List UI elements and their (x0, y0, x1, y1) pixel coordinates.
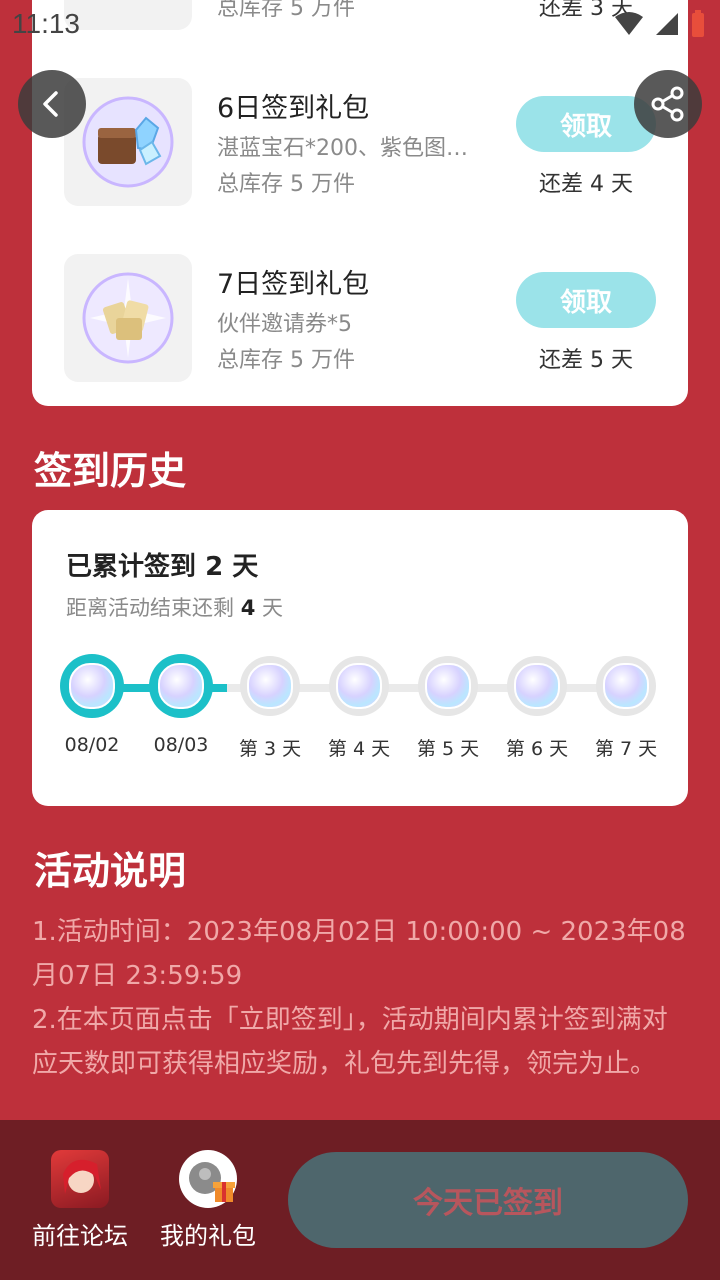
gift-orb-icon (247, 663, 293, 709)
gift-orb-icon (603, 663, 649, 709)
remaining-suffix: 天 (262, 596, 283, 620)
day-label: 第 7 天 (594, 738, 658, 760)
signal-icon (656, 13, 678, 35)
gift-description: 湛蓝宝石*200、紫色图… (217, 136, 468, 161)
battery-icon (692, 10, 704, 37)
cumulative-checkin: 已累计签到 2 天 (66, 546, 258, 583)
gift-stock: 总库存 5 万件 (217, 348, 355, 373)
share-icon (651, 86, 684, 122)
day-label: 第 4 天 (327, 738, 391, 760)
status-icons (614, 10, 706, 38)
cumulative-prefix: 已累计签到 (66, 552, 197, 582)
cumulative-suffix: 天 (232, 552, 259, 582)
gift-days-left: 还差 5 天 (539, 348, 633, 373)
day-node-2 (149, 654, 213, 718)
day-label: 第 3 天 (238, 738, 302, 760)
gift-row-7: 7日签到礼包 伙伴邀请券*5 总库存 5 万件 领取 还差 5 天 (32, 254, 688, 384)
gift-orb-icon (425, 663, 471, 709)
day-node-5 (418, 656, 478, 716)
rules-line-2: 2.在本页面点击「立即签到」，活动期间内累计签到满对应天数即可获得相应奖励，礼包… (32, 1005, 668, 1079)
gift-title: 6日签到礼包 (217, 93, 370, 124)
gift-bag-icon (179, 1150, 237, 1208)
forum-avatar-icon (51, 1150, 109, 1208)
history-card: 已累计签到 2 天 距离活动结束还剩 4 天 08/02 08/03 第 3 天… (32, 510, 688, 806)
my-gifts-label: 我的礼包 (160, 1222, 256, 1250)
day-node-3 (240, 656, 300, 716)
gift-orb-icon (69, 663, 115, 709)
gift-list-card: 总库存 5 万件 还差 3 天 6日签到礼包 湛蓝宝石*200、紫色图… 总库存… (32, 0, 688, 406)
day-node-1 (60, 654, 124, 718)
remaining-prefix: 距离活动结束还剩 (66, 596, 234, 620)
gift-thumbnail (64, 254, 192, 382)
day-node-4 (329, 656, 389, 716)
gift-days-left: 还差 4 天 (539, 172, 633, 197)
gift-orb-icon (158, 663, 204, 709)
checkin-button[interactable]: 今天已签到 (288, 1152, 688, 1248)
rules-line-1: 1.活动时间：2023年08月02日 10:00:00 ~ 2023年08月07… (32, 917, 686, 991)
forum-label: 前往论坛 (32, 1222, 128, 1250)
back-button[interactable] (18, 70, 86, 138)
forum-button[interactable]: 前往论坛 (15, 1150, 145, 1251)
wifi-icon (615, 12, 643, 35)
remaining-days: 距离活动结束还剩 4 天 (66, 592, 283, 622)
gift-description: 伙伴邀请券*5 (217, 312, 352, 337)
day-node-6 (507, 656, 567, 716)
history-section-title: 签到历史 (34, 449, 187, 493)
gift-title: 7日签到礼包 (217, 269, 370, 300)
rules-text: 1.活动时间：2023年08月02日 10:00:00 ~ 2023年08月07… (32, 910, 688, 1086)
cumulative-days: 2 (205, 552, 224, 582)
gift-tickets-icon (82, 272, 174, 364)
remaining-days-value: 4 (240, 596, 256, 620)
status-bar: 11:13 (0, 0, 720, 48)
day-label: 08/03 (153, 734, 209, 756)
gift-chest-icon (82, 96, 174, 188)
day-label: 第 5 天 (416, 738, 480, 760)
claim-button[interactable]: 领取 (516, 272, 656, 328)
gift-orb-icon (336, 663, 382, 709)
gift-row-6: 6日签到礼包 湛蓝宝石*200、紫色图… 总库存 5 万件 领取 还差 4 天 (32, 78, 688, 208)
status-time: 11:13 (12, 8, 80, 39)
day-node-7 (596, 656, 656, 716)
day-label: 第 6 天 (505, 738, 569, 760)
rules-section-title: 活动说明 (34, 849, 187, 893)
my-gifts-button[interactable]: 我的礼包 (143, 1150, 273, 1251)
gift-orb-icon (514, 663, 560, 709)
bottom-bar: 前往论坛 我的礼包 今天已签到 (0, 1120, 720, 1280)
share-button[interactable] (634, 70, 702, 138)
chevron-left-icon (43, 91, 58, 117)
gift-stock: 总库存 5 万件 (217, 172, 355, 197)
day-label: 08/02 (64, 734, 120, 756)
